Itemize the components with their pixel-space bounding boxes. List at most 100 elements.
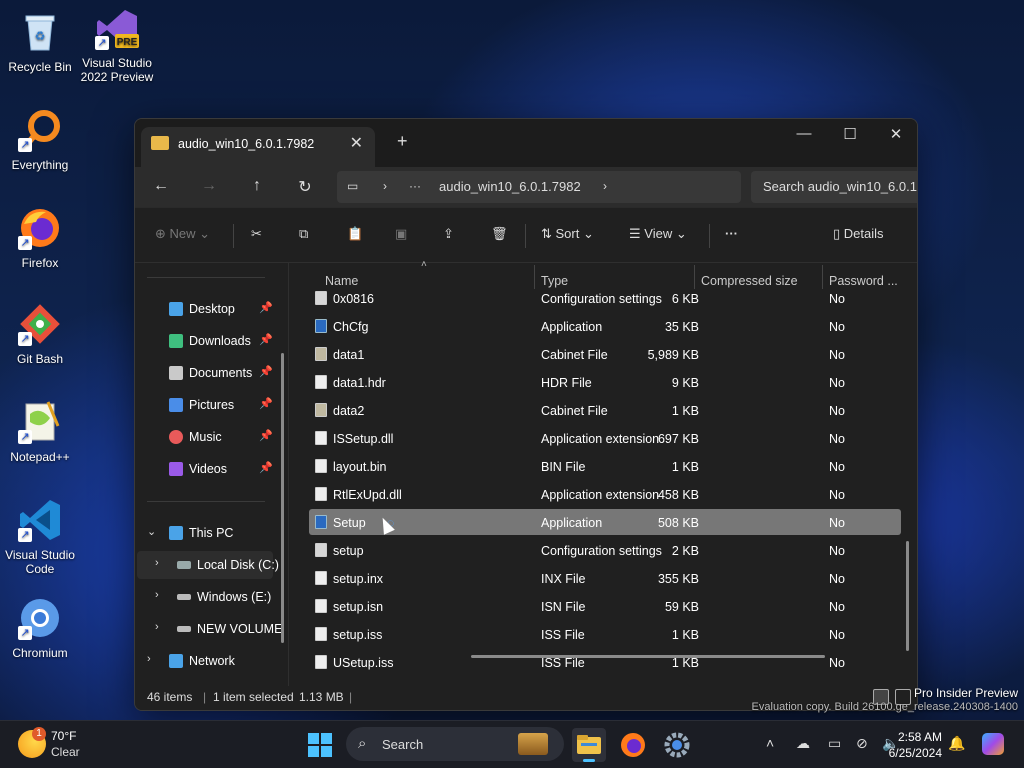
file-password: No: [829, 460, 845, 474]
display-icon[interactable]: ▭: [828, 735, 841, 752]
chevron-right-icon[interactable]: ›: [155, 621, 159, 633]
chevron-right-icon[interactable]: ›: [147, 653, 151, 665]
rename-icon[interactable]: ▣: [395, 226, 407, 242]
pin-icon[interactable]: 📌: [259, 461, 273, 474]
clock[interactable]: 2:58 AM 6/25/2024: [880, 729, 942, 761]
table-row[interactable]: USetup.iss ISS File 1 KB No: [309, 649, 901, 675]
search-input[interactable]: Search audio_win10_6.0.1.7982: [751, 171, 917, 203]
pin-icon[interactable]: 📌: [259, 301, 273, 314]
notification-bell-icon[interactable]: 🔔: [948, 735, 965, 752]
table-row[interactable]: setup.isn ISN File 59 KB No: [309, 593, 901, 619]
view-button[interactable]: ☰ View ⌄: [629, 226, 687, 242]
copy-icon[interactable]: ⧉: [299, 226, 308, 242]
weather-condition[interactable]: Clear: [51, 745, 80, 759]
table-row[interactable]: ChCfg Application 35 KB No: [309, 313, 901, 339]
sidebar-item-local-disk-c[interactable]: › Local Disk (C:): [137, 551, 279, 579]
pin-icon[interactable]: 📌: [259, 365, 273, 378]
sidebar-item-windows-e[interactable]: › Windows (E:): [135, 583, 285, 611]
desktop-icon-recycle-bin[interactable]: ♻ Recycle Bin: [0, 10, 80, 74]
horizontal-scrollbar[interactable]: [471, 655, 825, 658]
windows-logo-icon: [308, 733, 319, 744]
file-type: Application: [541, 516, 603, 530]
sidebar-item-new-volume[interactable]: › NEW VOLUME: [135, 615, 285, 643]
sidebar-item-this-pc[interactable]: ⌄ This PC: [135, 519, 285, 547]
sidebar-item-documents[interactable]: Documents 📌: [135, 359, 285, 387]
sidebar-item-videos[interactable]: Videos 📌: [135, 455, 285, 483]
desktop-icon-chromium[interactable]: ↗ Chromium: [0, 596, 80, 660]
pin-icon[interactable]: 📌: [259, 397, 273, 410]
taskbar-firefox[interactable]: [616, 728, 650, 762]
weather-temperature[interactable]: 70°F: [51, 729, 76, 743]
cloud-offline-icon[interactable]: ☁: [796, 735, 810, 752]
start-button[interactable]: [308, 733, 332, 757]
forward-button[interactable]: →: [197, 177, 221, 195]
chevron-up-icon[interactable]: ˄: [766, 735, 774, 751]
address-bar[interactable]: ▭ › ··· audio_win10_6.0.1.7982 ›: [337, 171, 741, 203]
desktop-icon-vscode[interactable]: ↗ Visual Studio Code: [0, 498, 80, 576]
copilot-icon[interactable]: [982, 733, 1004, 755]
sidebar-item-downloads[interactable]: Downloads 📌: [135, 327, 285, 355]
taskbar-file-explorer[interactable]: [572, 728, 606, 762]
desktop-icon-visual-studio[interactable]: PRE ↗ Visual Studio 2022 Preview: [77, 6, 157, 84]
pin-icon[interactable]: 📌: [259, 429, 273, 442]
desktop-icon-everything[interactable]: ↗ Everything: [0, 108, 80, 172]
firefox-icon: ↗: [18, 206, 62, 250]
file-type: BIN File: [541, 460, 586, 474]
table-row[interactable]: setup Configuration settings 2 KB No: [309, 537, 901, 563]
sidebar-item-music[interactable]: Music 📌: [135, 423, 285, 451]
explorer-content: Desktop 📌 Downloads 📌 Documents 📌 Pictur…: [135, 259, 917, 686]
tab-audio-folder[interactable]: audio_win10_6.0.1.7982 ✕: [141, 127, 375, 167]
table-row[interactable]: setup.iss ISS File 1 KB No: [309, 621, 901, 647]
table-row[interactable]: data1 Cabinet File 5,989 KB No: [309, 341, 901, 367]
sidebar-item-network[interactable]: › Network: [135, 647, 285, 675]
minimize-button[interactable]: —: [781, 125, 827, 142]
back-button[interactable]: ←: [149, 177, 173, 195]
file-password: No: [829, 320, 845, 334]
vertical-scrollbar[interactable]: [906, 541, 909, 651]
table-row[interactable]: 0x0816 Configuration settings 6 KB No: [309, 285, 901, 311]
cut-icon[interactable]: ✂: [251, 226, 262, 242]
new-tab-button[interactable]: +: [397, 131, 408, 152]
table-row[interactable]: Setup Application 508 KB No ◌: [309, 509, 901, 535]
table-row[interactable]: setup.inx INX File 355 KB No: [309, 565, 901, 591]
pin-icon[interactable]: 📌: [259, 333, 273, 346]
share-icon[interactable]: ⇪: [443, 226, 454, 242]
address-more-button[interactable]: ···: [409, 179, 421, 193]
table-row[interactable]: ISSetup.dll Application extension 697 KB No: [309, 425, 901, 451]
delete-icon[interactable]: 🗑: [491, 226, 508, 242]
table-row[interactable]: data2 Cabinet File 1 KB No: [309, 397, 901, 423]
desktop-icon-notepad-plus-plus[interactable]: ↗ Notepad++: [0, 400, 80, 464]
desktop-icon-git-bash[interactable]: ↗ Git Bash: [0, 302, 80, 366]
chevron-right-icon: ›: [383, 179, 387, 193]
network-icon[interactable]: ⊘: [856, 735, 868, 752]
desktop-icon-firefox[interactable]: ↗ Firefox: [0, 206, 80, 270]
maximize-button[interactable]: ☐: [827, 125, 873, 143]
sidebar-scrollbar[interactable]: [281, 353, 284, 643]
details-button[interactable]: ▯ Details: [833, 226, 884, 242]
tab-close-button[interactable]: ✕: [350, 133, 363, 153]
windows-logo-tile: [321, 746, 332, 757]
windows-logo-tile: [308, 746, 319, 757]
address-path[interactable]: audio_win10_6.0.1.7982: [439, 179, 581, 194]
more-options-button[interactable]: ···: [725, 226, 738, 241]
chevron-down-icon[interactable]: ⌄: [147, 525, 156, 538]
close-window-button[interactable]: ✕: [873, 125, 917, 143]
table-row[interactable]: data1.hdr HDR File 9 KB No: [309, 369, 901, 395]
table-row[interactable]: RtlExUpd.dll Application extension 458 KB N…: [309, 481, 901, 507]
chevron-right-icon[interactable]: ›: [155, 557, 159, 569]
paste-icon[interactable]: 📋: [347, 226, 363, 242]
up-button[interactable]: ↑: [245, 177, 269, 195]
chevron-right-icon[interactable]: ›: [155, 589, 159, 601]
taskbar-search[interactable]: ⌕ Search: [346, 727, 564, 761]
sort-button[interactable]: ⇅ Sort ⌄: [541, 226, 594, 242]
sidebar-item-pictures[interactable]: Pictures 📌: [135, 391, 285, 419]
settings-file-icon: [315, 543, 327, 557]
sidebar-item-desktop[interactable]: Desktop 📌: [135, 295, 285, 323]
search-placeholder: Search audio_win10_6.0.1.7982: [763, 179, 917, 194]
table-row[interactable]: layout.bin BIN File 1 KB No: [309, 453, 901, 479]
taskbar-settings[interactable]: [660, 728, 694, 762]
refresh-button[interactable]: ↻: [293, 177, 317, 197]
new-button[interactable]: ⊕ New ⌄: [155, 226, 210, 242]
taskbar: 1 70°F Clear ⌕ Search ˄ ☁ ▭ ⊘ 🔈 2:58 AM …: [0, 720, 1024, 768]
shortcut-arrow-icon: ↗: [18, 138, 32, 152]
